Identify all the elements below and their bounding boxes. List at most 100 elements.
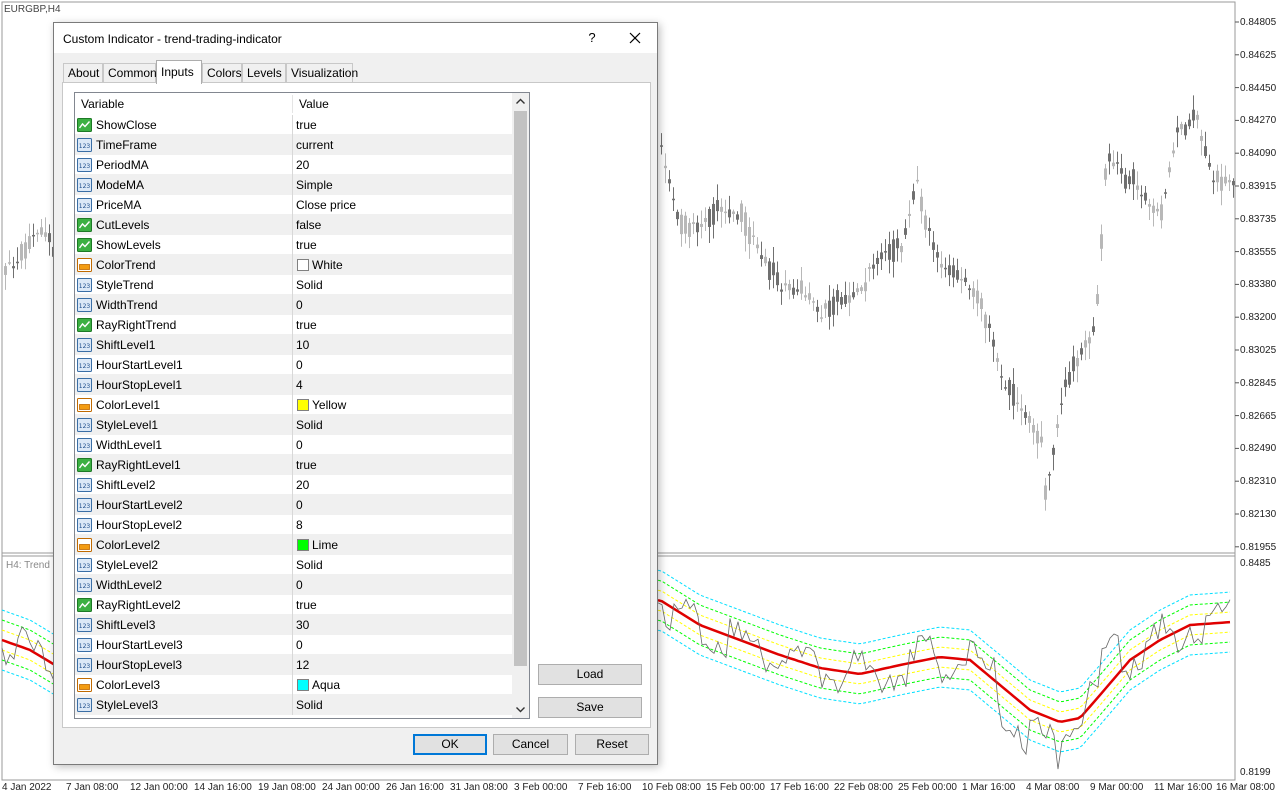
- variable-value[interactable]: 20: [296, 475, 309, 495]
- scroll-up-button[interactable]: [512, 93, 529, 110]
- tab-visualization[interactable]: Visualization: [286, 63, 358, 83]
- candle-body: [688, 222, 691, 237]
- input-row-cutlevels[interactable]: CutLevels false: [75, 215, 512, 235]
- close-button[interactable]: [620, 23, 650, 53]
- variable-value[interactable]: Solid: [296, 555, 323, 575]
- color-swatch[interactable]: [297, 399, 309, 411]
- candle-body: [1156, 208, 1159, 212]
- input-row-rayrightlevel2[interactable]: RayRightLevel2 true: [75, 595, 512, 615]
- variable-name: ShiftLevel1: [96, 338, 156, 352]
- variable-value[interactable]: Solid: [296, 695, 323, 715]
- input-row-showlevels[interactable]: ShowLevels true: [75, 235, 512, 255]
- variable-value[interactable]: 12: [296, 655, 309, 675]
- variable-value[interactable]: 20: [296, 155, 309, 175]
- candle-body: [796, 289, 799, 292]
- ok-button[interactable]: OK: [413, 734, 487, 755]
- variable-value[interactable]: White: [312, 255, 343, 275]
- variable-value[interactable]: Solid: [296, 415, 323, 435]
- input-row-hourstartlevel1[interactable]: 123 HourStartLevel1 0: [75, 355, 512, 375]
- input-row-pricema[interactable]: 123 PriceMA Close price: [75, 195, 512, 215]
- input-row-widthtrend[interactable]: 123 WidthTrend 0: [75, 295, 512, 315]
- input-row-widthlevel1[interactable]: 123 WidthLevel1 0: [75, 435, 512, 455]
- variable-value[interactable]: 4: [296, 375, 303, 395]
- color-swatch[interactable]: [297, 539, 309, 551]
- variable-value[interactable]: Solid: [296, 275, 323, 295]
- input-row-hourstoplevel1[interactable]: 123 HourStopLevel1 4: [75, 375, 512, 395]
- variable-value[interactable]: Simple: [296, 175, 333, 195]
- color-swatch[interactable]: [297, 679, 309, 691]
- reset-button[interactable]: Reset: [575, 734, 649, 755]
- variable-value[interactable]: true: [296, 115, 317, 135]
- tab-common[interactable]: Common: [103, 63, 157, 83]
- tab-levels[interactable]: Levels: [242, 63, 286, 83]
- help-button[interactable]: ?: [578, 23, 606, 53]
- candle-body: [772, 262, 775, 276]
- variable-value[interactable]: Yellow: [312, 395, 346, 415]
- cancel-button[interactable]: Cancel: [493, 734, 568, 755]
- input-row-widthlevel2[interactable]: 123 WidthLevel2 0: [75, 575, 512, 595]
- input-row-stylelevel1[interactable]: 123 StyleLevel1 Solid: [75, 415, 512, 435]
- column-separator: [292, 135, 293, 155]
- input-row-rayrighttrend[interactable]: RayRightTrend true: [75, 315, 512, 335]
- variable-value[interactable]: 0: [296, 355, 303, 375]
- numeric-type-icon: 123: [77, 578, 92, 592]
- variable-value[interactable]: current: [296, 135, 333, 155]
- variable-value[interactable]: true: [296, 315, 317, 335]
- variable-value[interactable]: Close price: [296, 195, 356, 215]
- price-tick-label: 0.84805: [1240, 17, 1277, 28]
- candle-body: [800, 280, 803, 294]
- input-row-hourstartlevel2[interactable]: 123 HourStartLevel2 0: [75, 495, 512, 515]
- input-row-colortrend[interactable]: ColorTrend White: [75, 255, 512, 275]
- scroll-thumb[interactable]: [514, 111, 527, 666]
- scroll-down-button[interactable]: [512, 701, 529, 718]
- variable-name: ModeMA: [96, 178, 145, 192]
- vertical-scrollbar[interactable]: [512, 93, 529, 718]
- variable-value[interactable]: 30: [296, 615, 309, 635]
- input-row-colorlevel2[interactable]: ColorLevel2 Lime: [75, 535, 512, 555]
- input-row-colorlevel1[interactable]: ColorLevel1 Yellow: [75, 395, 512, 415]
- variable-value[interactable]: 0: [296, 575, 303, 595]
- candle-body: [836, 290, 839, 302]
- candle-body: [1200, 135, 1203, 141]
- variable-value[interactable]: 0: [296, 295, 303, 315]
- date-tick-label: 7 Jan 08:00: [66, 782, 119, 793]
- variable-value[interactable]: false: [296, 215, 321, 235]
- variable-value[interactable]: 8: [296, 515, 303, 535]
- variable-value[interactable]: true: [296, 595, 317, 615]
- input-row-shiftlevel1[interactable]: 123 ShiftLevel1 10: [75, 335, 512, 355]
- tab-about[interactable]: About: [63, 63, 103, 83]
- candle-body: [1080, 348, 1083, 355]
- input-row-hourstartlevel3[interactable]: 123 HourStartLevel3 0: [75, 635, 512, 655]
- inputs-grid[interactable]: Variable Value ShowClose true 123 TimeFrame…: [74, 92, 530, 719]
- input-row-stylelevel2[interactable]: 123 StyleLevel2 Solid: [75, 555, 512, 575]
- candle-body: [1012, 383, 1015, 406]
- load-button[interactable]: Load: [538, 664, 642, 685]
- input-row-timeframe[interactable]: 123 TimeFrame current: [75, 135, 512, 155]
- input-row-hourstoplevel2[interactable]: 123 HourStopLevel2 8: [75, 515, 512, 535]
- column-header-variable[interactable]: Variable: [75, 93, 292, 115]
- input-row-rayrightlevel1[interactable]: RayRightLevel1 true: [75, 455, 512, 475]
- input-row-styletrend[interactable]: 123 StyleTrend Solid: [75, 275, 512, 295]
- variable-value[interactable]: Aqua: [312, 675, 340, 695]
- input-row-hourstoplevel3[interactable]: 123 HourStopLevel3 12: [75, 655, 512, 675]
- input-row-shiftlevel3[interactable]: 123 ShiftLevel3 30: [75, 615, 512, 635]
- input-row-showclose[interactable]: ShowClose true: [75, 115, 512, 135]
- dialog-titlebar[interactable]: Custom Indicator - trend-trading-indicat…: [54, 23, 657, 53]
- variable-value[interactable]: Lime: [312, 535, 338, 555]
- variable-value[interactable]: true: [296, 235, 317, 255]
- variable-value[interactable]: true: [296, 455, 317, 475]
- tab-colors[interactable]: Colors: [202, 63, 242, 83]
- variable-value[interactable]: 0: [296, 495, 303, 515]
- input-row-shiftlevel2[interactable]: 123 ShiftLevel2 20: [75, 475, 512, 495]
- tab-inputs[interactable]: Inputs: [156, 60, 202, 84]
- variable-value[interactable]: 0: [296, 435, 303, 455]
- column-header-value[interactable]: Value: [293, 93, 512, 115]
- input-row-modema[interactable]: 123 ModeMA Simple: [75, 175, 512, 195]
- color-swatch[interactable]: [297, 259, 309, 271]
- variable-value[interactable]: 10: [296, 335, 309, 355]
- input-row-periodma[interactable]: 123 PeriodMA 20: [75, 155, 512, 175]
- save-button[interactable]: Save: [538, 697, 642, 718]
- input-row-colorlevel3[interactable]: ColorLevel3 Aqua: [75, 675, 512, 695]
- variable-value[interactable]: 0: [296, 635, 303, 655]
- input-row-stylelevel3[interactable]: 123 StyleLevel3 Solid: [75, 695, 512, 715]
